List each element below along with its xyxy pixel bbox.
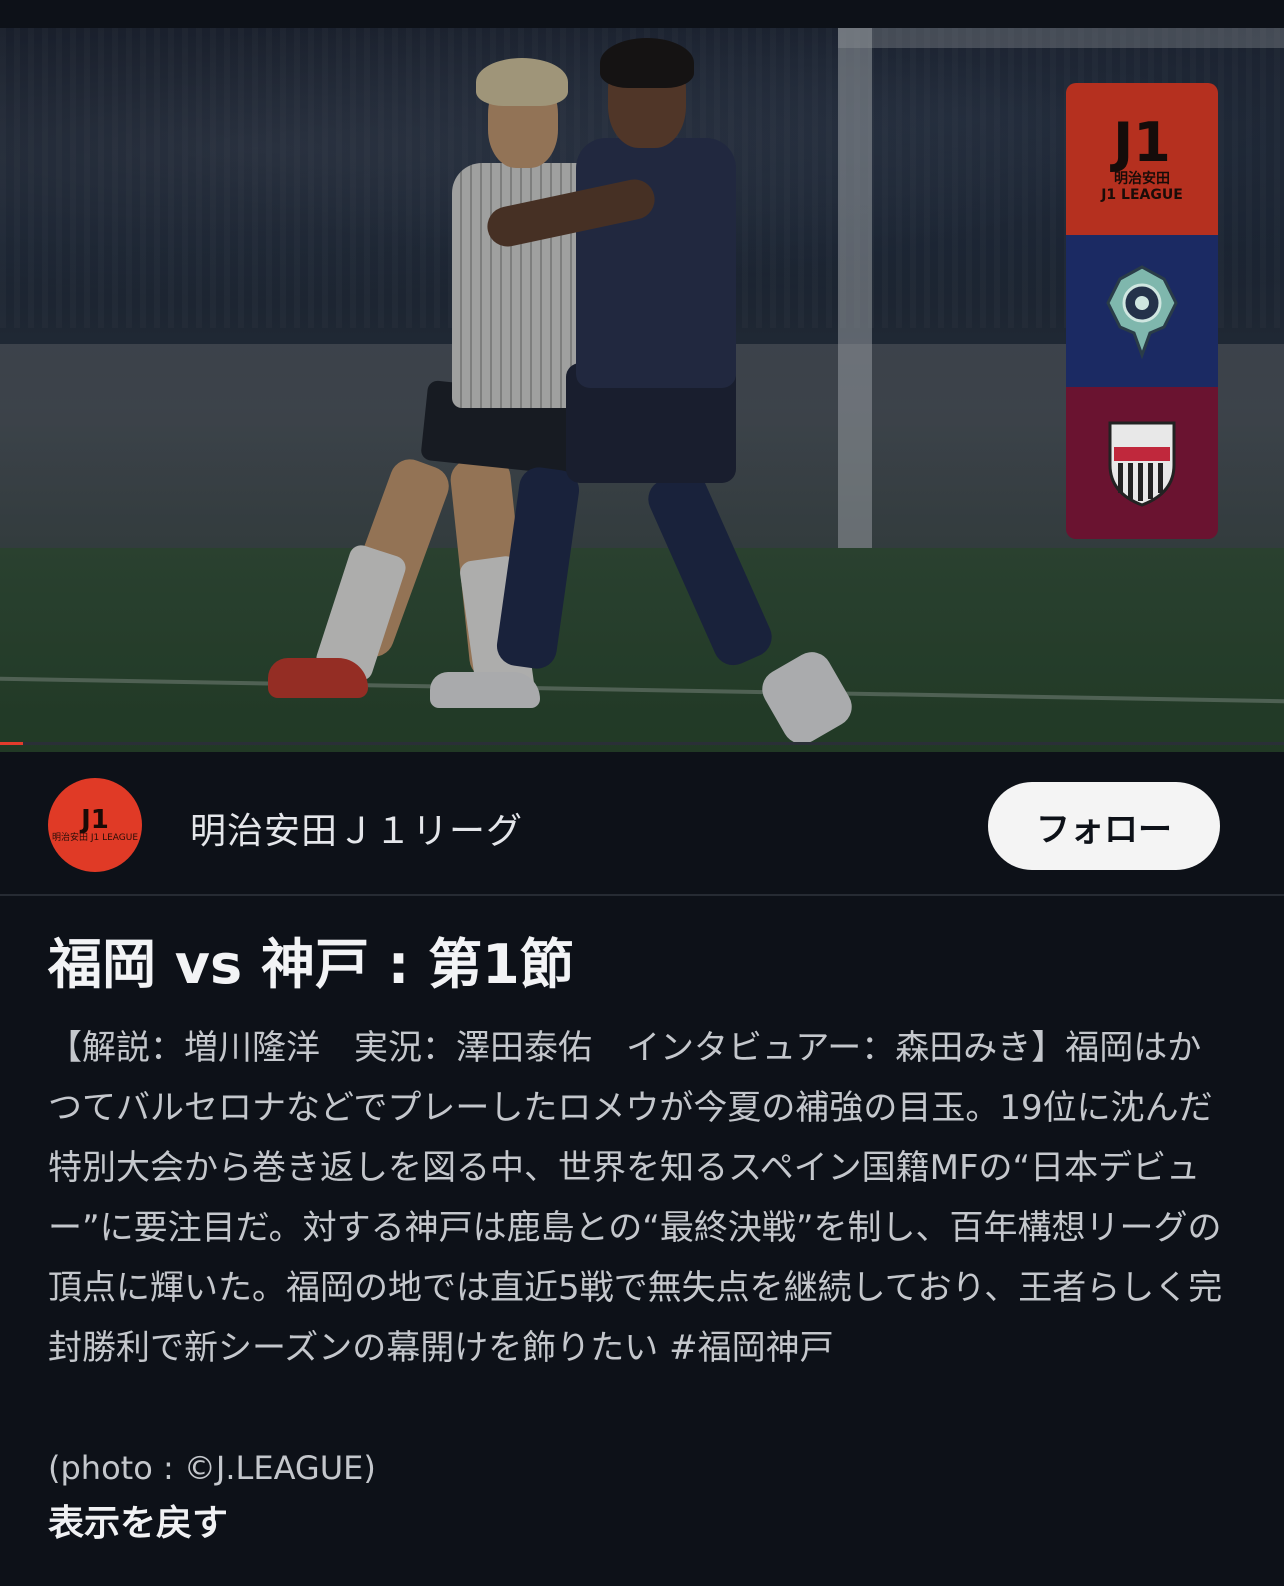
show-less-link[interactable]: 表示を戻す <box>48 1494 228 1554</box>
j1-logo-mark: J1 <box>1113 111 1171 174</box>
post-title: 福岡 vs 神戸 : 第1節 <box>48 933 574 996</box>
post-description: 【解説：増川隆洋 実況：澤田泰佑 インタビュアー：森田みき】福岡はかつてバルセロ… <box>48 1028 1223 1368</box>
j1-league-logo: J1 明治安田 J1 LEAGUE <box>1066 83 1218 235</box>
follow-button[interactable]: フォロー <box>988 782 1220 870</box>
j1-logo-subtext: 明治安田 J1 LEAGUE <box>1101 171 1183 203</box>
status-bar-area <box>0 0 1284 28</box>
avatar-logo-mark: J1 <box>81 805 109 835</box>
photo-credit: (photo : ©J.LEAGUE) <box>48 1449 376 1487</box>
channel-avatar[interactable]: J1 明治安田 J1 LEAGUE <box>48 778 142 872</box>
video-progress-fill <box>0 742 24 745</box>
avispa-fukuoka-crest-icon <box>1066 235 1218 387</box>
divider <box>0 894 1284 896</box>
channel-row: J1 明治安田 J1 LEAGUE 明治安田Ｊ１リーグ フォロー <box>0 752 1284 894</box>
avatar-logo-subtext: 明治安田 J1 LEAGUE <box>51 833 139 843</box>
video-progress-bar[interactable] <box>0 742 1284 745</box>
video-player[interactable]: J1 明治安田 J1 LEAGUE <box>0 28 1284 752</box>
channel-name[interactable]: 明治安田Ｊ１リーグ <box>190 802 523 854</box>
match-badges: J1 明治安田 J1 LEAGUE <box>1066 83 1218 539</box>
vissel-kobe-crest-icon <box>1066 387 1218 539</box>
